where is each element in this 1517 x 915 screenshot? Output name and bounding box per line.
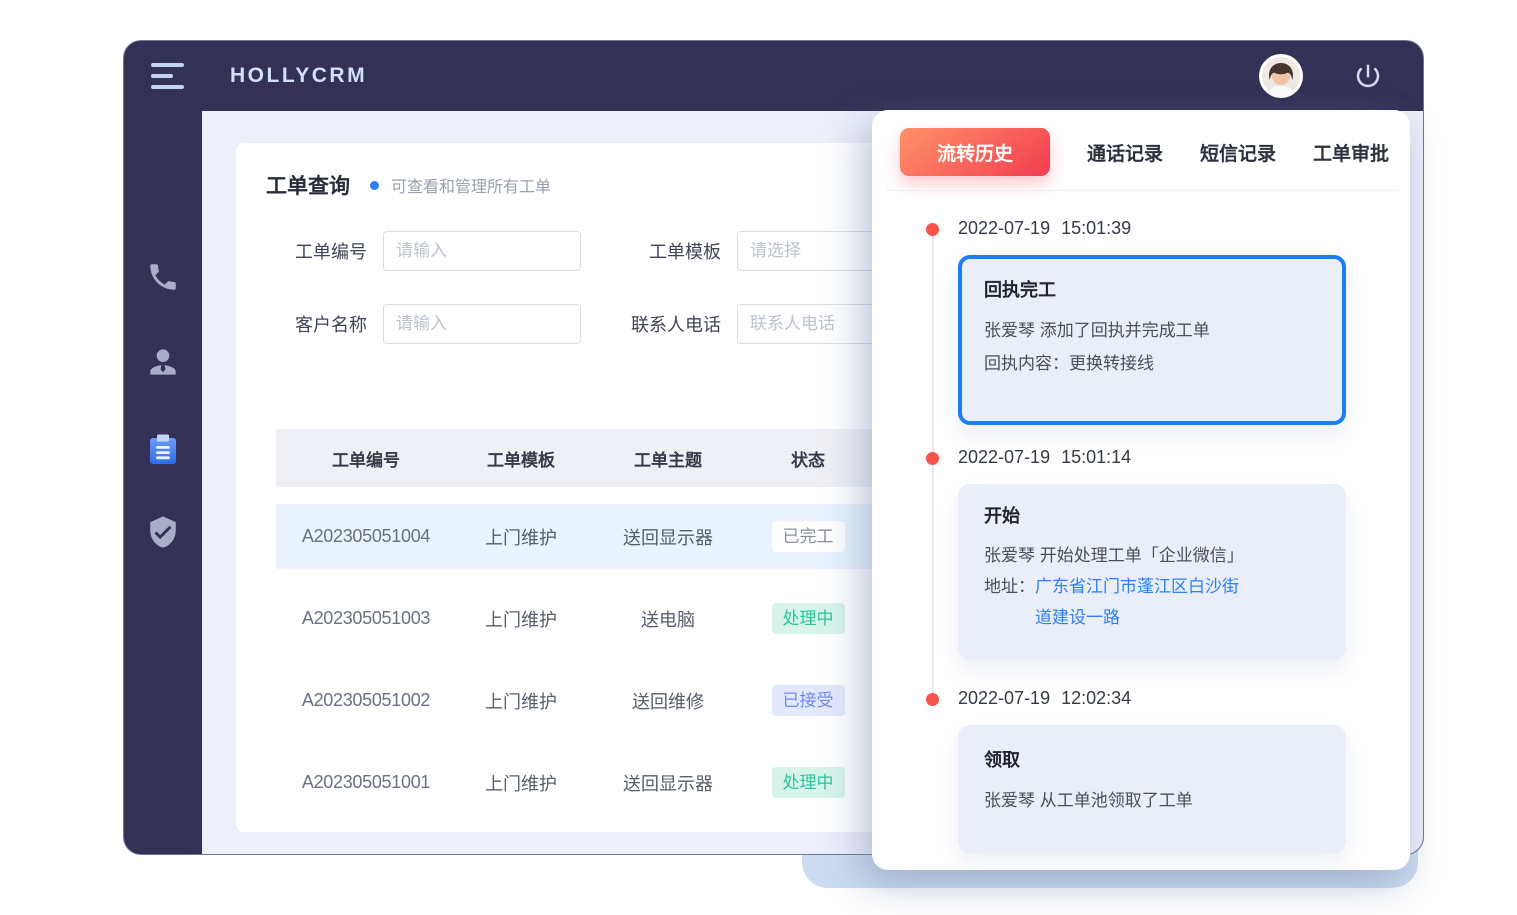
person-icon[interactable] [144, 343, 182, 381]
tab-sms-records[interactable]: 短信记录 [1200, 139, 1276, 166]
status-badge: 已完工 [772, 521, 845, 552]
table-row[interactable]: A202305051002 上门维护 送回维修 已接受 [276, 668, 976, 733]
flow-history-timeline: 2022-07-19 15:01:39 回执完工 张爱琴 添加了回执并完成工单 … [872, 218, 1410, 870]
page-header: 工单查询 可查看和管理所有工单 [266, 170, 551, 200]
table-header: 工单编号 工单模板 工单主题 状态 [276, 429, 976, 487]
brand-logo: HOLLYCRM [230, 64, 367, 88]
tab-approval[interactable]: 工单审批 [1313, 139, 1389, 166]
timeline-timestamp: 2022-07-19 15:01:39 [958, 218, 1410, 242]
phone-label: 联系人电话 [631, 311, 721, 337]
page-title: 工单查询 [266, 170, 350, 200]
shield-check-icon[interactable] [144, 513, 182, 551]
tabs-divider [886, 190, 1396, 191]
status-badge: 已接受 [772, 685, 845, 716]
address-label: 地址： [984, 571, 1035, 633]
timeline-entry: 2022-07-19 15:01:39 回执完工 张爱琴 添加了回执并完成工单 … [872, 218, 1410, 425]
tab-flow-history[interactable]: 流转历史 [900, 128, 1050, 176]
top-bar: HOLLYCRM [124, 41, 1423, 111]
customer-input[interactable] [383, 304, 581, 344]
page-subtitle: 可查看和管理所有工单 [391, 173, 551, 197]
status-badge: 处理中 [772, 603, 845, 634]
table-row[interactable]: A202305051001 上门维护 送回显示器 处理中 [276, 750, 976, 815]
timeline-dot [926, 452, 939, 465]
menu-icon[interactable] [151, 63, 185, 89]
timeline-dot [926, 223, 939, 236]
col-header-subject: 工单主题 [586, 446, 750, 471]
template-label: 工单模板 [631, 238, 721, 264]
order-no-input[interactable] [383, 231, 581, 271]
work-order-detail-panel: 流转历史 通话记录 短信记录 工单审批 2022-07-19 15:01:39 … [872, 110, 1410, 870]
timeline-dot [926, 693, 939, 706]
detail-tabs: 流转历史 通话记录 短信记录 工单审批 [900, 128, 1390, 176]
timeline-entry: 2022-07-19 15:01:14 开始 张爱琴 开始处理工单「企业微信」 … [872, 447, 1410, 660]
phone-icon[interactable] [144, 258, 182, 296]
col-header-template: 工单模板 [456, 446, 586, 471]
clipboard-icon[interactable] [144, 430, 182, 468]
tab-call-records[interactable]: 通话记录 [1087, 139, 1163, 166]
table-row[interactable]: A202305051004 上门维护 送回显示器 已完工 [276, 504, 976, 569]
sidebar-nav [124, 111, 202, 855]
timeline-card-start: 开始 张爱琴 开始处理工单「企业微信」 地址： 广东省江门市蓬江区白沙街道建设一… [958, 484, 1346, 660]
power-icon[interactable] [1353, 61, 1383, 91]
subtitle-dot-icon [370, 181, 379, 190]
timeline-timestamp: 2022-07-19 12:02:34 [958, 688, 1410, 712]
table-row[interactable]: A202305051003 上门维护 送电脑 处理中 [276, 586, 976, 651]
col-header-status: 状态 [750, 446, 866, 471]
order-no-label: 工单编号 [277, 238, 367, 264]
user-avatar[interactable] [1259, 54, 1303, 98]
timeline-card-claimed: 领取 张爱琴 从工单池领取了工单 [958, 725, 1346, 853]
customer-label: 客户名称 [277, 311, 367, 337]
status-badge: 处理中 [772, 767, 845, 798]
work-order-table: 工单编号 工单模板 工单主题 状态 A202305051004 上门维护 送回显… [276, 429, 976, 815]
address-link[interactable]: 广东省江门市蓬江区白沙街道建设一路 [1035, 571, 1247, 633]
screenshot-canvas: HOLLYCRM [0, 0, 1517, 915]
timeline-entry: 2022-07-19 12:02:34 领取 张爱琴 从工单池领取了工单 [872, 688, 1410, 853]
timeline-timestamp: 2022-07-19 15:01:14 [958, 447, 1410, 471]
col-header-order-no: 工单编号 [276, 446, 456, 471]
timeline-card-completed: 回执完工 张爱琴 添加了回执并完成工单 回执内容：更换转接线 [958, 255, 1346, 425]
